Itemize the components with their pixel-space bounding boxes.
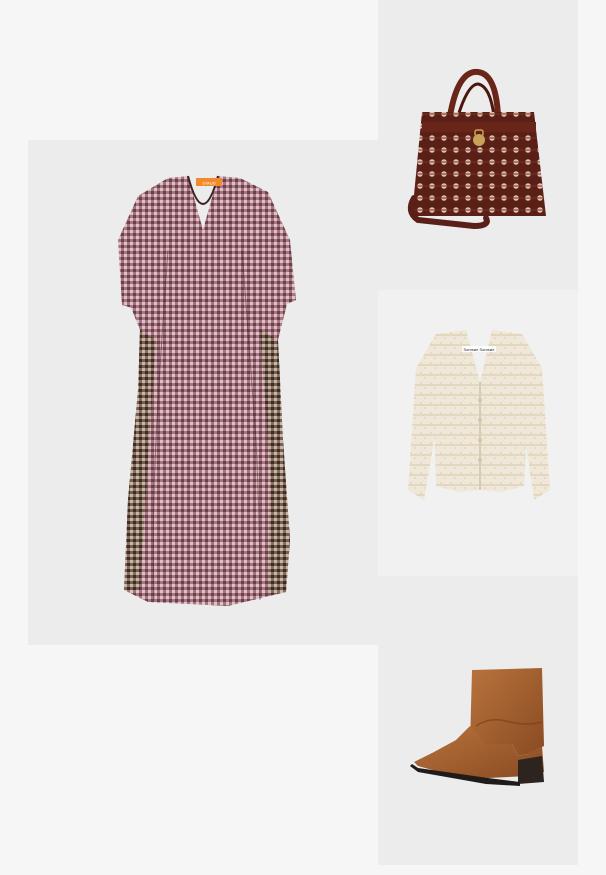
boot-image <box>410 668 544 786</box>
dress-label-text: STAUD <box>202 181 215 186</box>
dress-image: STAUD <box>118 175 296 606</box>
boot-heel <box>518 756 544 784</box>
handbag-handle-right <box>456 82 496 117</box>
cardigan-sleeve-left <box>408 334 436 500</box>
cardigan-button <box>478 438 482 442</box>
cardigan-button <box>478 398 482 402</box>
handbag-image <box>407 69 546 230</box>
handbag-product-card[interactable] <box>378 0 578 290</box>
cardigan-product-card[interactable]: Samsøe Samsøe <box>378 290 578 576</box>
cardigan-image: Samsøe Samsøe <box>408 330 550 500</box>
dress-product-card[interactable]: STAUD <box>28 140 378 645</box>
boot-product-card[interactable] <box>378 576 578 865</box>
cardigan-sleeve-right <box>522 334 550 500</box>
cardigan-label-text: Samsøe Samsøe <box>464 347 496 352</box>
handbag-handle-left <box>447 69 501 117</box>
cardigan-button <box>478 418 482 422</box>
cardigan-button <box>478 458 482 462</box>
outfit-collage: STAUD Samsøe Samsøe <box>0 0 606 875</box>
